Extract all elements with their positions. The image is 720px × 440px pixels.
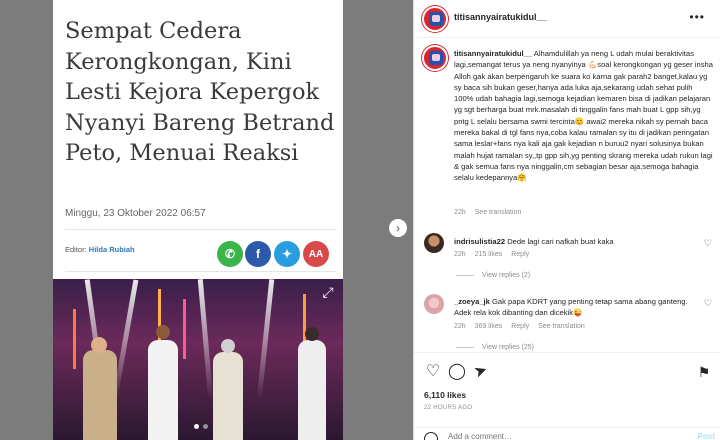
comment-time: 22h xyxy=(454,251,466,258)
post-caption: titisannyairatukidul__ Alhamdulillah ya … xyxy=(454,48,714,184)
carousel-dot xyxy=(203,424,208,429)
comment-likes[interactable]: 215 likes xyxy=(475,251,503,258)
comment-input[interactable] xyxy=(448,432,648,440)
reply-button[interactable]: Reply xyxy=(511,251,529,258)
caption-meta: 22h See translation xyxy=(454,209,528,216)
font-size-icon: AA xyxy=(303,241,329,267)
comment-username[interactable]: _zoeya_jk xyxy=(454,297,490,306)
share-icon[interactable]: ➤ xyxy=(469,360,492,383)
like-comment-icon[interactable]: ♡ xyxy=(704,238,712,249)
comment-likes[interactable]: 369 likes xyxy=(475,323,503,330)
carousel-indicator xyxy=(194,424,208,429)
concert-photo: ⤢ xyxy=(53,279,343,440)
facebook-share-icon: f xyxy=(245,241,271,267)
save-bookmark-icon[interactable]: ⚑ xyxy=(695,363,713,381)
comment-body: Gak papa KDRT yang penting tetap sama ab… xyxy=(454,297,688,318)
caption-time: 22h xyxy=(454,209,466,216)
post-sidebar: titisannyairatukidul__ ••• titisannyaira… xyxy=(413,0,720,440)
post-timestamp: 22 HOURS AGO xyxy=(424,405,473,411)
view-replies-button[interactable]: View replies (25) xyxy=(456,344,534,351)
whatsapp-share-icon: ✆ xyxy=(217,241,243,267)
like-comment-icon[interactable]: ♡ xyxy=(704,298,712,309)
next-media-button[interactable]: › xyxy=(389,219,407,237)
avatar[interactable] xyxy=(422,6,448,32)
comment-text: _zoeya_jk Gak papa KDRT yang penting tet… xyxy=(454,296,694,318)
article-editor: Editor: Hilda Rubiah xyxy=(65,245,135,254)
post-comment-button[interactable]: Post xyxy=(698,432,715,440)
comment-time: 22h xyxy=(454,323,466,330)
twitter-share-icon: ✦ xyxy=(274,241,300,267)
emoji-icon[interactable] xyxy=(424,432,438,440)
comment-avatar[interactable] xyxy=(424,294,444,314)
carousel-dot xyxy=(194,424,199,429)
comment-icon[interactable]: ◯ xyxy=(448,363,466,381)
editor-label: Editor: xyxy=(65,245,87,254)
caption-username[interactable]: titisannyairatukidul__ xyxy=(454,49,532,58)
more-options-icon[interactable]: ••• xyxy=(689,10,705,24)
post-actions: ♡ ◯ ➤ ⚑ 6,110 likes 22 HOURS AGO Post xyxy=(414,352,720,440)
comment-text: indrisulistia22 Dede lagi cari nafkah bu… xyxy=(454,236,694,247)
add-comment-bar: Post xyxy=(414,427,720,440)
caption-text: Alhamdulillah ya neng L udah mulai berak… xyxy=(454,49,713,183)
editor-name: Hilda Rubiah xyxy=(88,245,135,254)
see-translation-link[interactable]: See translation xyxy=(475,209,522,216)
see-translation-link[interactable]: See translation xyxy=(538,323,585,330)
expand-icon: ⤢ xyxy=(322,284,334,300)
post-header: titisannyairatukidul__ ••• xyxy=(414,0,720,38)
view-replies-button[interactable]: View replies (2) xyxy=(456,272,530,279)
article-date: Minggu, 23 Oktober 2022 06:57 xyxy=(65,208,206,219)
article-title: Sempat Cedera Kerongkongan, Kini Lesti K… xyxy=(65,18,335,166)
post-username[interactable]: titisannyairatukidul__ xyxy=(454,12,547,22)
comment-meta: 22h 369 likes Reply See translation xyxy=(454,323,592,330)
divider xyxy=(65,271,337,272)
comment-avatar[interactable] xyxy=(424,233,444,253)
likes-count[interactable]: 6,110 likes xyxy=(424,390,466,400)
caption-avatar[interactable] xyxy=(422,45,448,71)
comment-username[interactable]: indrisulistia22 xyxy=(454,237,505,246)
article-screenshot-image: Sempat Cedera Kerongkongan, Kini Lesti K… xyxy=(53,0,343,440)
reply-button[interactable]: Reply xyxy=(511,323,529,330)
comment-body: Dede lagi cari nafkah buat kaka xyxy=(507,237,614,246)
like-heart-icon[interactable]: ♡ xyxy=(424,363,442,381)
divider xyxy=(65,229,337,230)
comment-meta: 22h 215 likes Reply xyxy=(454,251,536,258)
